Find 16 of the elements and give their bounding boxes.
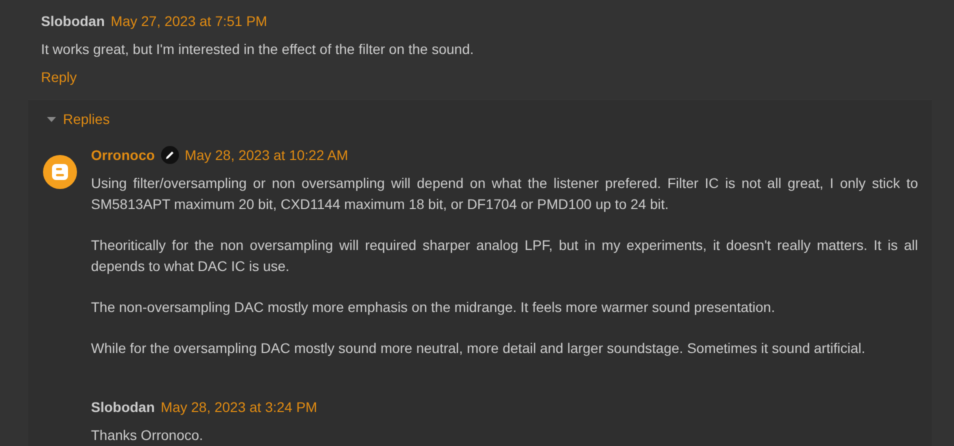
comment-date[interactable]: May 28, 2023 at 10:22 AM [184, 147, 348, 163]
author-name[interactable]: Orronoco [91, 147, 155, 163]
reply-link[interactable]: Reply [41, 67, 932, 87]
reply-text: While for the oversampling DAC mostly sound more neutral, more detail and larger soundstage. Sometimes it sound artificial. [91, 339, 866, 358]
reply-text: The non-oversampling DAC mostly more emphasis on the midrange. It feels more warmer sound presentation. [91, 298, 776, 317]
comment-text: It works great, but I'm interested in the effect of the filter on the sound. [41, 40, 475, 59]
comment-date[interactable]: May 28, 2023 at 3:24 PM [160, 399, 318, 415]
reply-text: Theoritically for the non oversampling will required sharper analog LPF, but in my experiments, it doesn't really matters. It is all depends to what DAC IC is use. [91, 236, 918, 276]
author-name: Slobodan [91, 399, 155, 415]
replies-toggle[interactable]: Replies [63, 111, 110, 127]
author-name: Slobodan [41, 13, 105, 29]
pencil-icon [160, 146, 179, 164]
comment-date[interactable]: May 27, 2023 at 7:51 PM [110, 13, 268, 29]
reply-text: Thanks Orronoco. [91, 426, 204, 445]
caret-icon[interactable] [47, 114, 56, 124]
reply-text: Using filter/oversampling or non oversampling will depend on what the listener prefered. Filter IC is not all great, I only stick to SM5813APT maximum 20 bit, CXD1144 maximum 18 bit, or DF1704 or PMD100 up to 24 bit. [91, 174, 918, 214]
